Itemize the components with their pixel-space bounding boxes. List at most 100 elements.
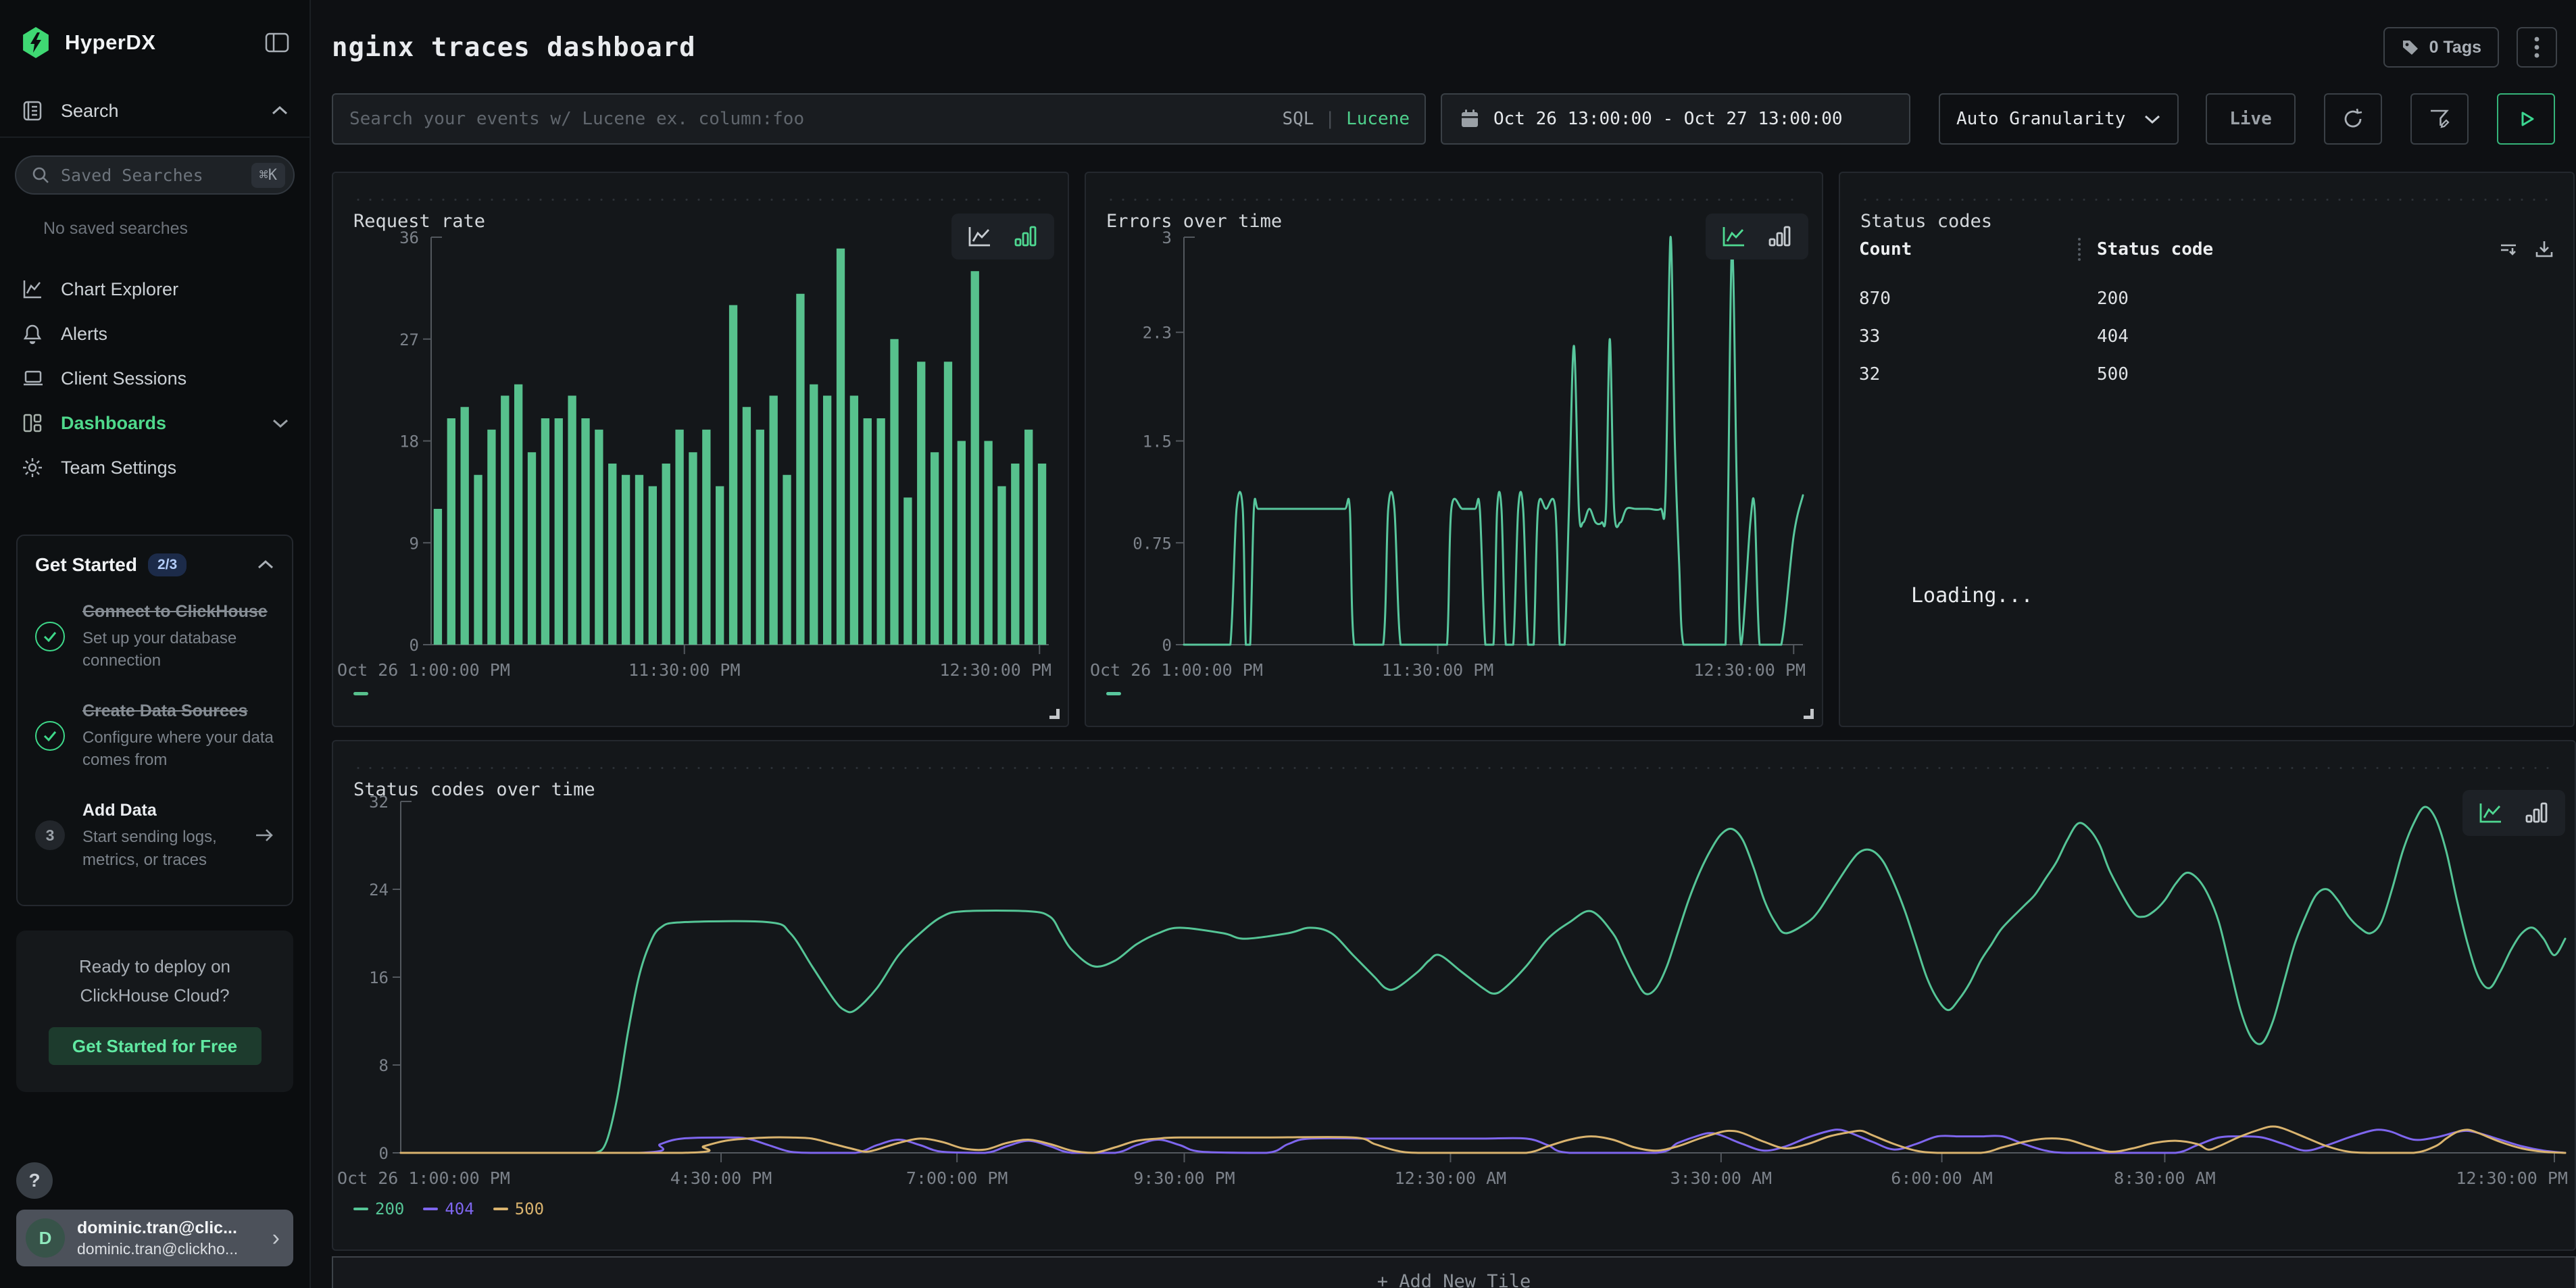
run-query-button[interactable] (2497, 93, 2555, 145)
get-started-step[interactable]: Create Data SourcesConfigure where your … (35, 700, 274, 771)
no-saved-searches-text: No saved searches (43, 219, 309, 239)
legend-dash (423, 1208, 438, 1210)
chart-type-toolbar (2462, 790, 2565, 836)
legend-item-500[interactable]: 500 (493, 1199, 544, 1218)
sidebar-item-label: Client Sessions (61, 368, 289, 389)
svg-text:11:30:00 PM: 11:30:00 PM (1382, 660, 1494, 680)
date-range-picker[interactable]: Oct 26 13:00:00 - Oct 27 13:00:00 (1441, 93, 1910, 145)
svg-text:8: 8 (379, 1056, 389, 1075)
sidebar-header: HyperDX (0, 0, 309, 58)
journal-search-icon (22, 100, 43, 122)
svg-text:8:30:00 AM: 8:30:00 AM (2114, 1168, 2216, 1188)
filter-button[interactable] (2410, 93, 2469, 145)
loading-text: Loading... (1911, 584, 2033, 608)
column-header-count[interactable]: Count (1859, 239, 2078, 259)
more-options-button[interactable] (2517, 27, 2557, 68)
svg-text:7:00:00 PM: 7:00:00 PM (906, 1168, 1008, 1188)
legend-item-200[interactable]: 200 (353, 1199, 404, 1218)
sidebar-item-alerts[interactable]: Alerts (0, 312, 309, 356)
cell-status-code: 200 (2097, 289, 2129, 309)
line-chart-icon[interactable] (2477, 801, 2504, 825)
legend-dash (353, 1208, 368, 1210)
chart-legend: 200 404 500 (353, 1199, 544, 1218)
svg-text:Oct 26 1:00:00 PM: Oct 26 1:00:00 PM (337, 1168, 510, 1188)
dashboard-grid: Request rate 36271890Oct 26 1:00:00 PM11… (332, 172, 2576, 1288)
hyperdx-logo-icon[interactable] (22, 27, 50, 58)
get-started-step[interactable]: Connect to ClickHouseSet up your databas… (35, 601, 274, 672)
line-chart-icon[interactable] (1720, 224, 1748, 249)
line-chart-icon[interactable] (966, 224, 993, 249)
live-button[interactable]: Live (2206, 93, 2296, 145)
row-density-icon[interactable] (2499, 239, 2519, 259)
search-icon (31, 166, 50, 184)
saved-searches-input[interactable]: Saved Searches ⌘K (15, 155, 295, 195)
legend-label: 404 (445, 1199, 474, 1218)
granularity-select[interactable]: Auto Granularity (1939, 93, 2179, 145)
gear-icon (22, 457, 45, 478)
refresh-button[interactable] (2324, 93, 2382, 145)
bell-icon (22, 323, 45, 345)
table-row[interactable]: 32500 (1859, 355, 2554, 393)
get-started-header[interactable]: Get Started 2/3 (35, 553, 274, 576)
svg-text:0: 0 (410, 636, 419, 655)
search-events-input[interactable]: Search your events w/ Lucene ex. column:… (332, 93, 1426, 145)
chevron-down-icon (272, 418, 289, 428)
svg-text:12:30:00 PM: 12:30:00 PM (2456, 1168, 2568, 1188)
user-name: dominic.tran@clic... (77, 1218, 268, 1238)
step-title: Connect to ClickHouse (82, 601, 274, 623)
bar-chart-icon[interactable] (2523, 801, 2550, 825)
get-started-free-button[interactable]: Get Started for Free (49, 1027, 262, 1065)
svg-text:Oct 26 1:00:00 PM: Oct 26 1:00:00 PM (1090, 660, 1263, 680)
lucene-mode-toggle[interactable]: Lucene (1346, 109, 1410, 129)
svg-text:0: 0 (379, 1144, 389, 1163)
app: HyperDX Search Saved Searches ⌘K No save… (0, 0, 2576, 1288)
sidebar-item-client-sessions[interactable]: Client Sessions (0, 356, 309, 401)
legend-item-404[interactable]: 404 (423, 1199, 474, 1218)
sidebar-item-search[interactable]: Search (22, 100, 289, 122)
user-email: dominic.tran@clickho... (77, 1240, 268, 1258)
sidebar-item-dashboards[interactable]: Dashboards (0, 401, 309, 445)
svg-text:9: 9 (410, 534, 419, 553)
column-resize-handle[interactable] (2078, 238, 2081, 261)
sql-mode-toggle[interactable]: SQL (1282, 109, 1314, 129)
bar-chart-icon[interactable] (1766, 224, 1793, 249)
tags-button[interactable]: 0 Tags (2383, 27, 2499, 68)
cell-status-code: 500 (2097, 364, 2129, 385)
progress-badge: 2/3 (148, 553, 187, 576)
svg-text:12:30:00 PM: 12:30:00 PM (1693, 660, 1806, 680)
bar-chart-icon[interactable] (1012, 224, 1039, 249)
collapse-sidebar-icon[interactable] (265, 32, 289, 53)
download-csv-icon[interactable] (2534, 239, 2554, 259)
legend-label: 200 (375, 1199, 404, 1218)
svg-text:16: 16 (369, 968, 389, 987)
cell-count: 32 (1859, 364, 2097, 385)
panel-resize-handle[interactable] (1049, 709, 1060, 719)
table-row[interactable]: 33404 (1859, 318, 2554, 355)
svg-text:6:00:00 AM: 6:00:00 AM (1891, 1168, 1993, 1188)
sidebar-item-chart-explorer[interactable]: Chart Explorer (0, 267, 309, 312)
sidebar-item-team-settings[interactable]: Team Settings (0, 445, 309, 490)
help-button[interactable]: ? (16, 1162, 53, 1199)
main-content: nginx traces dashboard 0 Tags Search you… (311, 0, 2576, 1288)
sidebar-item-label: Chart Explorer (61, 279, 289, 300)
panel-title: Status codes (1860, 211, 1992, 232)
divider (0, 137, 309, 138)
sidebar-item-label: Alerts (61, 324, 289, 345)
status-codes-over-time-chart[interactable]: 32241680Oct 26 1:00:00 PM4:30:00 PM7:00:… (333, 741, 2575, 1249)
step-title: Add Data (82, 799, 249, 822)
table-row[interactable]: 870200 (1859, 280, 2554, 318)
dashboard-toolbar: Search your events w/ Lucene ex. column:… (332, 93, 2576, 145)
column-header-status-code[interactable]: Status code (2097, 239, 2213, 259)
get-started-title: Get Started (35, 554, 137, 576)
get-started-step[interactable]: 3Add DataStart sending logs, metrics, or… (35, 799, 274, 870)
add-new-tile-button[interactable]: + Add New Tile (332, 1256, 2576, 1288)
user-menu[interactable]: D dominic.tran@clic... dominic.tran@clic… (16, 1210, 293, 1266)
chevron-up-icon[interactable] (257, 560, 274, 570)
saved-searches-placeholder: Saved Searches (61, 166, 251, 185)
sidebar-item-label: Search (61, 101, 270, 122)
svg-text:24: 24 (369, 881, 389, 899)
step-subtitle: Configure where your data comes from (82, 726, 274, 771)
get-started-steps: Connect to ClickHouseSet up your databas… (35, 601, 274, 871)
panel-resize-handle[interactable] (1804, 709, 1814, 719)
chevron-up-icon[interactable] (270, 105, 289, 117)
